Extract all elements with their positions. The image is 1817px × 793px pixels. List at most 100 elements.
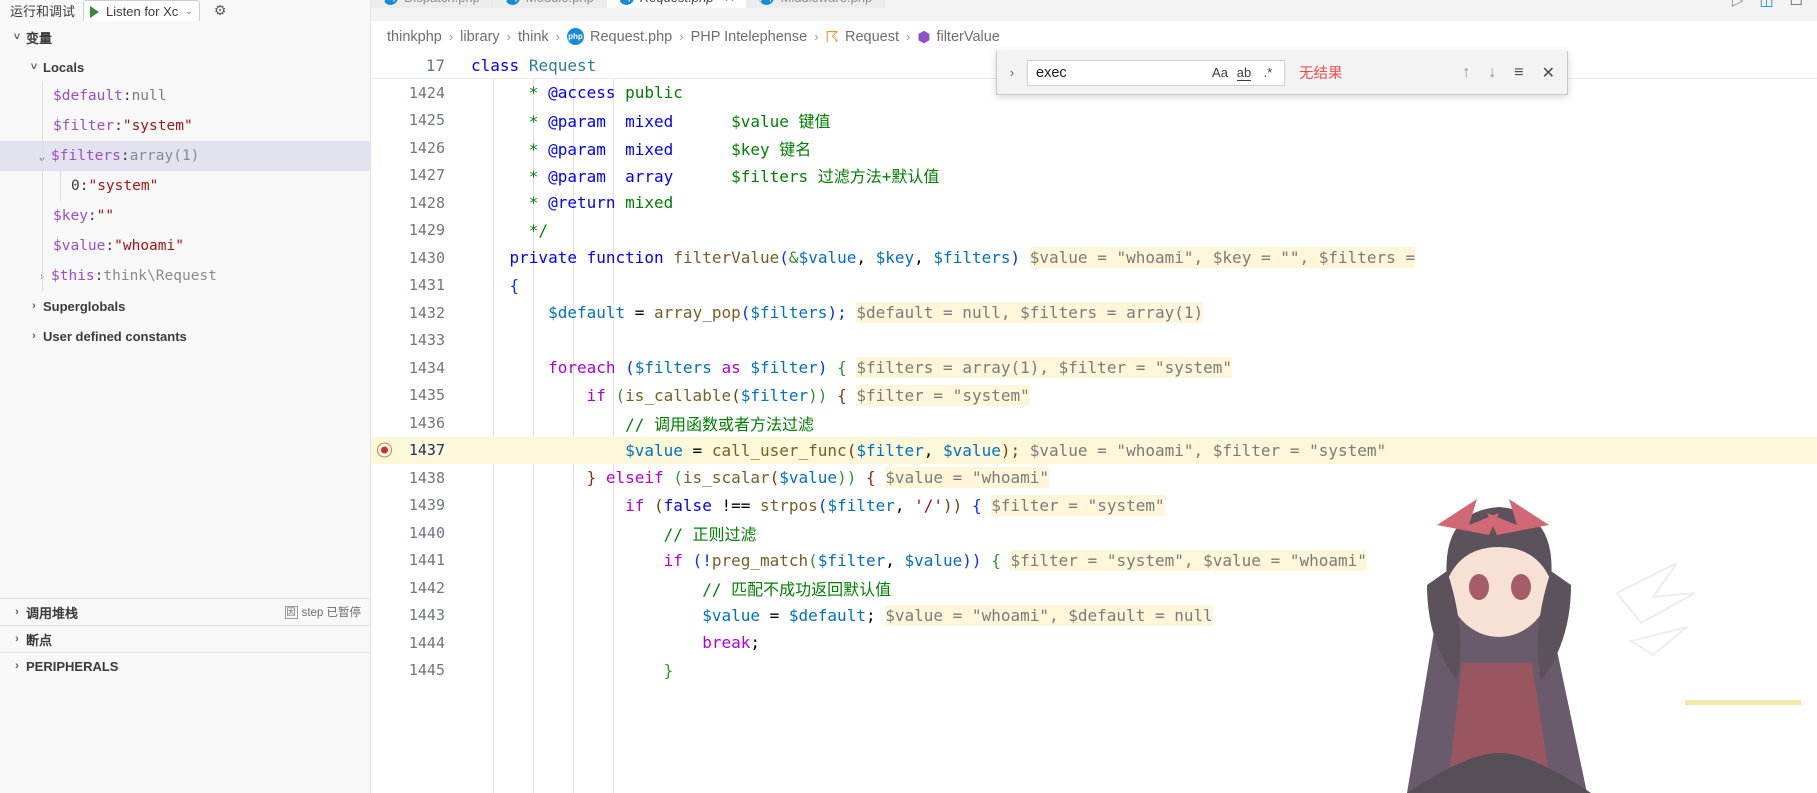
- breadcrumb-item-library[interactable]: library: [460, 29, 499, 45]
- code-line[interactable]: 1436 // 调用函数或者方法过滤: [371, 409, 1817, 437]
- line-number: 1441: [408, 551, 445, 570]
- breadcrumb-item-filtervalue[interactable]: ⬢ filterValue: [917, 28, 1000, 46]
- find-input-wrapper[interactable]: exec Aa ab .*: [1027, 59, 1285, 86]
- code-line[interactable]: 1438 } elseif (is_scalar($value)) { $val…: [371, 464, 1817, 492]
- chevron-down-icon[interactable]: ⌄: [185, 6, 193, 17]
- code-token: (: [817, 495, 828, 515]
- variable-row-filters-0[interactable]: 0: "system": [0, 171, 370, 201]
- chevron-down-icon[interactable]: ˅: [8, 31, 26, 43]
- previous-match-icon[interactable]: ↑: [1462, 64, 1470, 82]
- line-number: 1440: [408, 523, 445, 542]
- code-text: $default = array_pop($filters); $default…: [471, 302, 1817, 324]
- code-line[interactable]: 1431 {: [371, 272, 1817, 300]
- start-debugging-icon[interactable]: [90, 5, 100, 18]
- layout-icon[interactable]: ☐: [1790, 0, 1803, 9]
- chevron-right-icon[interactable]: ›: [25, 330, 43, 342]
- breadcrumb-item-request-class[interactable]: ☈ Request: [826, 28, 899, 46]
- chevron-right-icon[interactable]: ›: [8, 660, 26, 672]
- tab-label: Request.php: [640, 0, 714, 5]
- chevron-right-icon[interactable]: ›: [25, 300, 43, 312]
- code-line[interactable]: 1425 * @param mixed $value 键值: [371, 107, 1817, 135]
- code-line[interactable]: 1428 * @return mixed: [371, 189, 1817, 217]
- breakpoint-icon[interactable]: [377, 442, 392, 458]
- variable-row-default[interactable]: $default: null: [0, 81, 370, 111]
- variable-row-this[interactable]: › $this: think\Request: [0, 261, 370, 291]
- code-token: // 调用函数或者方法过滤: [625, 414, 815, 434]
- variable-separator: :: [105, 238, 115, 254]
- code-token: @param: [548, 167, 606, 187]
- code-viewport[interactable]: 1424 * @access public 1425 * @param mixed…: [371, 79, 1817, 793]
- scope-locals[interactable]: ˅ Locals: [0, 53, 370, 81]
- find-in-selection-icon[interactable]: ≡: [1514, 64, 1523, 82]
- tab-dispatch-php[interactable]: php Dispatch.php: [371, 0, 493, 8]
- code-token: ,: [856, 248, 876, 268]
- code-line[interactable]: 1427 * @param array $filters 过滤方法+默认值: [371, 162, 1817, 190]
- scope-user-defined-constants[interactable]: › User defined constants: [0, 322, 370, 350]
- code-line[interactable]: 1444 break;: [371, 629, 1817, 657]
- tab-request-php[interactable]: php Request.php ✕: [606, 0, 748, 8]
- tab-module-php[interactable]: php Module.php: [492, 0, 607, 8]
- code-token: (: [615, 358, 635, 378]
- code-token: (: [663, 468, 683, 488]
- code-line[interactable]: 1443 $value = $default; $value = "whoami…: [371, 602, 1817, 630]
- code-line[interactable]: 1439 if (false !== strpos($filter, '/'))…: [371, 492, 1817, 520]
- code-line[interactable]: 1437 $value = call_user_func($filter, $v…: [371, 436, 1817, 464]
- code-line[interactable]: 1429 */: [371, 217, 1817, 245]
- code-line[interactable]: 1426 * @param mixed $key 键名: [371, 134, 1817, 162]
- variable-row-value[interactable]: $value: "whoami": [0, 231, 370, 261]
- toggle-replace-icon[interactable]: ›: [1001, 65, 1023, 80]
- variable-row-filter[interactable]: $filter: "system": [0, 111, 370, 141]
- class-icon: ☈: [825, 28, 839, 46]
- gear-icon[interactable]: ⚙: [214, 2, 227, 19]
- scope-superglobals[interactable]: › Superglobals: [0, 292, 370, 320]
- launch-config-dropdown[interactable]: Listen for Xc ⌄: [83, 0, 200, 21]
- run-icon[interactable]: ▷: [1732, 0, 1744, 9]
- code-token: call_user_func: [711, 440, 847, 460]
- code-line[interactable]: 1435 if (is_callable($filter)) { $filter…: [371, 382, 1817, 410]
- chevron-down-icon[interactable]: ˅: [25, 61, 43, 73]
- editor-tab-bar: php Dispatch.php php Module.php php Requ…: [371, 0, 1817, 21]
- breadcrumb-item-php-intelephense[interactable]: PHP Intelephense: [691, 29, 808, 45]
- code-token: *: [509, 112, 549, 132]
- code-line[interactable]: 1440 // 正则过滤: [371, 519, 1817, 547]
- code-text: if (is_callable($filter)) { $filter = "s…: [471, 384, 1817, 406]
- chevron-right-icon[interactable]: ›: [8, 606, 26, 618]
- match-whole-word-icon[interactable]: ab: [1232, 62, 1256, 84]
- variable-row-filters[interactable]: ⌄ $filters: array(1): [0, 141, 370, 171]
- code-line[interactable]: 1441 if (!preg_match($filter, $value)) {…: [371, 547, 1817, 575]
- code-line[interactable]: 1430 private function filterValue(&$valu…: [371, 244, 1817, 272]
- scope-locals-label: Locals: [43, 59, 85, 75]
- code-line[interactable]: 1433: [371, 327, 1817, 355]
- code-token: {: [837, 385, 847, 405]
- next-match-icon[interactable]: ↓: [1488, 64, 1496, 82]
- pause-reason-icon: 因: [284, 605, 298, 619]
- breadcrumb-item-thinkphp[interactable]: thinkphp: [387, 29, 442, 45]
- find-status-text: 无结果: [1299, 66, 1343, 82]
- line-number: 1444: [408, 633, 445, 652]
- breadcrumb-label: library: [460, 28, 500, 45]
- close-icon[interactable]: ✕: [724, 0, 735, 6]
- chevron-right-icon[interactable]: ›: [8, 633, 26, 645]
- match-case-icon[interactable]: Aa: [1208, 62, 1232, 84]
- panel-call-stack[interactable]: › 调用堆栈 因 step 已暂停: [0, 598, 370, 625]
- breadcrumb-item-request-php[interactable]: php Request.php: [566, 28, 672, 45]
- code-line[interactable]: 1442 // 匹配不成功返回默认值: [371, 574, 1817, 602]
- code-text: }: [471, 661, 1817, 680]
- close-find-icon[interactable]: ✕: [1542, 63, 1555, 83]
- panel-breakpoints[interactable]: › 断点: [0, 625, 370, 652]
- variables-section-header[interactable]: ˅ 变量: [0, 23, 370, 51]
- variable-separator: :: [94, 268, 104, 284]
- breadcrumb-item-think[interactable]: think: [518, 29, 549, 45]
- code-text: */: [471, 221, 1817, 240]
- variable-row-key[interactable]: $key: "": [0, 201, 370, 231]
- use-regex-icon[interactable]: .*: [1256, 62, 1280, 84]
- panel-peripherals[interactable]: › PERIPHERALS: [0, 652, 370, 679]
- find-input[interactable]: exec: [1036, 65, 1208, 81]
- code-line[interactable]: 1434 foreach ($filters as $filter) { $fi…: [371, 354, 1817, 382]
- code-token: ;: [865, 605, 876, 625]
- code-line[interactable]: 1445 }: [371, 657, 1817, 685]
- code-line[interactable]: 1432 $default = array_pop($filters); $de…: [371, 299, 1817, 327]
- split-editor-icon[interactable]: ◫: [1759, 0, 1773, 9]
- line-number: 1428: [408, 193, 445, 212]
- tab-middleware-php[interactable]: php Middleware.php: [747, 0, 886, 8]
